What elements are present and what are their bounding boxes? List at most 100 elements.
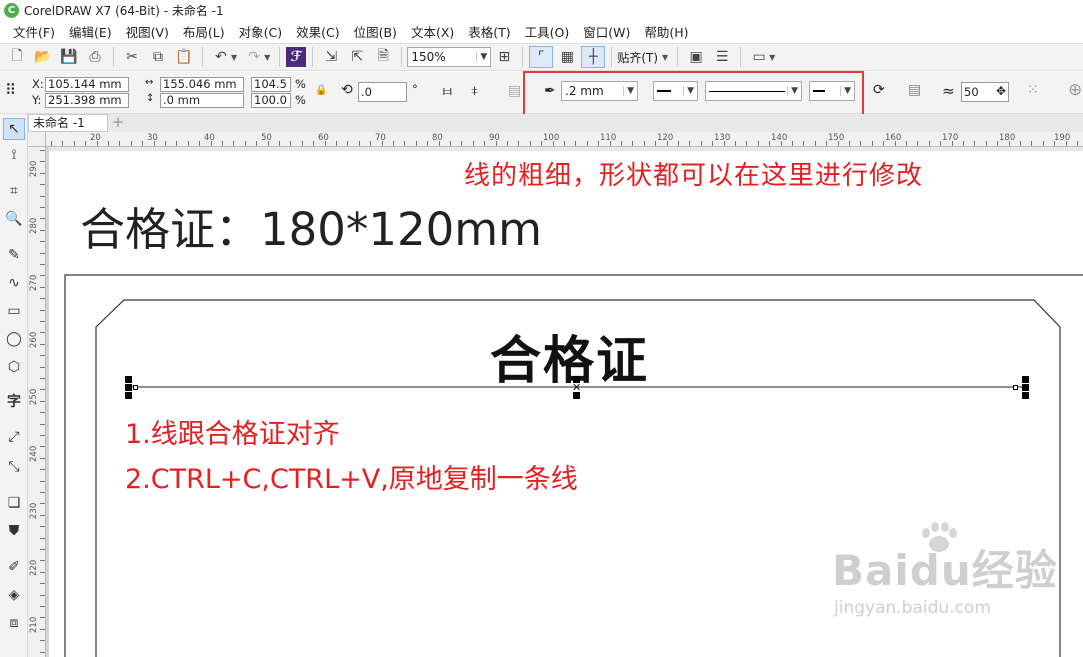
ruler-tick: [347, 141, 348, 146]
line-node-handle[interactable]: [1013, 385, 1018, 390]
show-grid-icon[interactable]: ▦: [555, 46, 579, 68]
copy-icon[interactable]: ⧉: [146, 46, 170, 68]
save-icon[interactable]: 💾: [57, 46, 81, 68]
interactive-fill-icon[interactable]: ◈: [3, 584, 25, 606]
search-content-icon[interactable]: ℱ: [286, 47, 307, 67]
selection-handle[interactable]: [125, 392, 132, 399]
smoothing-adjust-icon[interactable]: ✥: [996, 84, 1006, 98]
ellipse-tool-icon[interactable]: ◯: [3, 328, 25, 350]
lock-ratio-icon[interactable]: 🔒: [315, 85, 327, 96]
full-screen-preview-icon[interactable]: ⊞: [492, 46, 516, 68]
node-align-icon[interactable]: ⁙: [1027, 82, 1039, 98]
menu-table[interactable]: 表格(T): [461, 22, 517, 41]
selection-handle[interactable]: [125, 376, 132, 383]
ruler-tick: [473, 141, 474, 146]
crop-tool-icon[interactable]: ⌗: [3, 180, 25, 202]
cut-icon[interactable]: ✂: [120, 46, 144, 68]
smart-fill-icon[interactable]: ⧈: [3, 612, 25, 634]
pick-tool-icon[interactable]: ↖: [3, 118, 25, 140]
export-icon[interactable]: ⇱: [345, 46, 369, 68]
undo-dropdown-icon[interactable]: ▼: [231, 53, 237, 62]
mirror-horizontal-icon[interactable]: ⧦: [443, 83, 452, 99]
add-document-icon[interactable]: +: [110, 114, 126, 132]
show-rulers-icon[interactable]: ⌜: [529, 46, 554, 68]
add-icon[interactable]: ⊕: [1068, 80, 1082, 100]
ruler-tick: [336, 141, 337, 146]
connector-tool-icon[interactable]: ⤡: [3, 456, 25, 478]
object-origin-icon[interactable]: ⠿: [5, 81, 16, 99]
ruler-tick: [382, 141, 383, 146]
transparency-tool-icon[interactable]: ⛊: [3, 520, 25, 542]
menu-layout[interactable]: 布局(L): [176, 22, 232, 41]
segment-icon[interactable]: ▤: [508, 83, 521, 99]
y-position-field[interactable]: 251.398 mm: [45, 93, 129, 108]
menu-text[interactable]: 文本(X): [404, 22, 461, 41]
snap-to-menu[interactable]: 贴齐(T): [617, 49, 658, 66]
ruler-origin[interactable]: [28, 132, 46, 147]
import-icon[interactable]: ⇲: [319, 46, 343, 68]
launcher-dropdown-icon[interactable]: ▼: [769, 53, 775, 62]
drawing-canvas[interactable]: 线的粗细，形状都可以在这里进行修改 合格证：180*120mm 合格证 ✕ 1.…: [46, 147, 1083, 657]
undo-icon[interactable]: ↶: [209, 46, 233, 68]
object-height-field[interactable]: .0 mm: [160, 93, 244, 108]
redo-icon[interactable]: ↷: [242, 46, 266, 68]
polygon-tool-icon[interactable]: ⬡: [3, 356, 25, 378]
menu-edit[interactable]: 编辑(E): [62, 22, 119, 41]
zoom-tool-icon[interactable]: 🔍: [3, 208, 25, 230]
x-position-field[interactable]: 105.144 mm: [45, 77, 129, 92]
object-width-field[interactable]: 155.046 mm: [160, 77, 244, 92]
menu-file[interactable]: 文件(F): [6, 22, 62, 41]
scale-x-field[interactable]: 104.5: [251, 77, 291, 92]
mirror-vertical-icon[interactable]: ⧧: [471, 83, 478, 99]
ruler-tick: [553, 141, 554, 146]
rotation-angle-field[interactable]: .0: [358, 82, 407, 102]
horizontal-ruler[interactable]: 20 30 40 50 60 70 80 90 100 110 120 130 …: [46, 132, 1083, 147]
menu-object[interactable]: 对象(C): [232, 22, 289, 41]
window-title: CorelDRAW X7 (64-Bit) - 未命名 -1: [24, 3, 224, 18]
wrap-text-icon[interactable]: ▤: [908, 82, 921, 98]
eyedropper-tool-icon[interactable]: ✐: [3, 556, 25, 578]
new-document-icon[interactable]: 🗋: [5, 46, 29, 68]
document-tab[interactable]: 未命名 -1: [28, 114, 108, 132]
show-guidelines-icon[interactable]: ┼: [581, 46, 606, 68]
menu-bitmaps[interactable]: 位图(B): [347, 22, 404, 41]
menu-help[interactable]: 帮助(H): [637, 22, 695, 41]
center-marker-icon[interactable]: ✕: [572, 381, 581, 394]
drop-shadow-icon[interactable]: ❏: [3, 492, 25, 514]
zoom-level-select[interactable]: 150% ▼: [407, 47, 492, 67]
selection-handle[interactable]: [1022, 376, 1029, 383]
options-icon[interactable]: ☰: [710, 46, 734, 68]
ruler-tick: [940, 141, 941, 146]
toolbar-divider: [611, 47, 613, 67]
menu-view[interactable]: 视图(V): [119, 22, 176, 41]
certificate-heading[interactable]: 合格证: [490, 319, 649, 393]
ruler-label: 220: [29, 559, 39, 576]
ruler-tick: [40, 161, 45, 162]
selection-handle[interactable]: [1022, 384, 1029, 391]
text-tool-icon[interactable]: 字: [3, 390, 25, 412]
redo-dropdown-icon[interactable]: ▼: [264, 53, 270, 62]
selection-handle[interactable]: [125, 384, 132, 391]
vertical-ruler[interactable]: 290 280 270 260 250 240 230 220 210: [28, 147, 46, 657]
menu-window[interactable]: 窗口(W): [576, 22, 637, 41]
application-launcher-icon[interactable]: ▭: [747, 46, 771, 68]
print-icon[interactable]: ⎙: [83, 46, 107, 68]
selection-handle[interactable]: [1022, 392, 1029, 399]
paste-icon[interactable]: 📋: [172, 46, 196, 68]
snap-dropdown-icon[interactable]: ▼: [662, 53, 668, 62]
publish-pdf-icon[interactable]: 🗎: [371, 46, 395, 68]
menu-tools[interactable]: 工具(O): [518, 22, 577, 41]
close-curve-icon[interactable]: ⟳: [873, 82, 885, 98]
menu-effects[interactable]: 效果(C): [289, 22, 346, 41]
rectangle-tool-icon[interactable]: ▭: [3, 300, 25, 322]
line-node-handle[interactable]: [133, 385, 138, 390]
ruler-tick: [496, 141, 497, 146]
scale-y-field[interactable]: 100.0: [251, 93, 291, 108]
shape-tool-icon[interactable]: ⟟: [3, 144, 25, 166]
artistic-media-icon[interactable]: ∿: [3, 272, 25, 294]
parallel-dimension-icon[interactable]: ⤢: [3, 426, 25, 448]
ruler-label: 290: [29, 160, 39, 177]
open-folder-icon[interactable]: 📂: [31, 46, 55, 68]
welcome-screen-icon[interactable]: ▣: [684, 46, 708, 68]
freehand-tool-icon[interactable]: ✎: [3, 244, 25, 266]
